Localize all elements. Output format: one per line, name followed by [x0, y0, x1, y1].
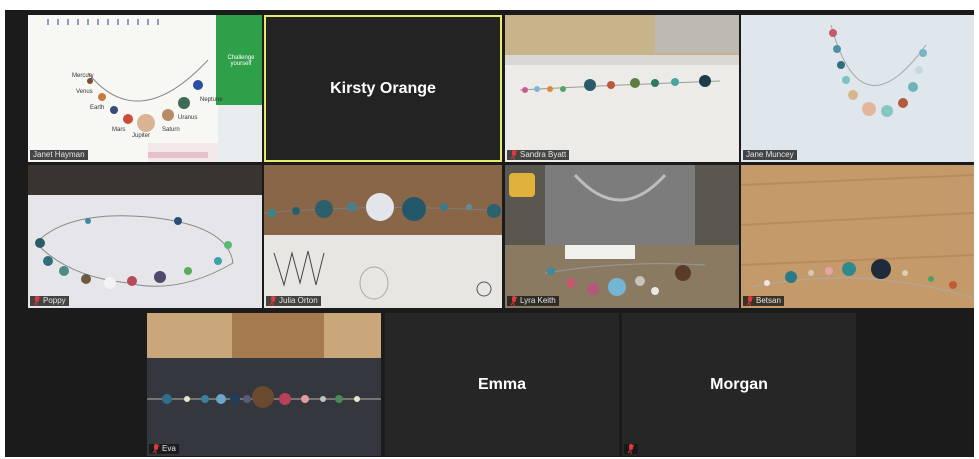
participant-name: Poppy [43, 296, 66, 305]
mic-muted-icon [33, 296, 41, 306]
participant-name: Jane Muncey [746, 150, 794, 159]
participant-name-label: Janet Hayman [30, 150, 88, 160]
video-feed [264, 165, 502, 308]
video-tile[interactable]: Julia Orton [264, 165, 502, 308]
participant-name-label: Poppy [30, 296, 69, 306]
participant-name-label: Jane Muncey [743, 150, 797, 160]
participant-name-display: Emma [477, 375, 527, 393]
video-feed [505, 165, 739, 308]
video-feed [741, 165, 974, 308]
video-feed [28, 15, 262, 162]
video-feed [505, 15, 739, 162]
planet-label: Uranus [178, 115, 198, 121]
tablet-text: Challenge yourself [227, 55, 255, 67]
mic-muted-icon [152, 444, 160, 454]
participant-name: Lyra Keith [520, 296, 556, 305]
participant-name: Janet Hayman [33, 150, 85, 159]
video-tile[interactable]: Lyra Keith [505, 165, 739, 308]
participant-name-label: Julia Orton [266, 296, 321, 306]
planet-label: Mercury [72, 73, 94, 79]
participant-name: Sandra Byatt [520, 150, 567, 159]
video-tile[interactable]: Betsan [741, 165, 974, 308]
gallery-view: Mercury Venus Earth Mars Jupiter Saturn … [5, 10, 974, 457]
planet-label: Saturn [162, 127, 180, 133]
participant-name-display: Kirsty Orange [330, 79, 436, 97]
participant-name-label: Sandra Byatt [507, 150, 570, 160]
video-feed [28, 165, 262, 308]
planet-label: Neptune [200, 97, 223, 103]
video-tile-active-speaker[interactable]: Kirsty Orange [264, 15, 502, 162]
video-tile[interactable]: Mercury Venus Earth Mars Jupiter Saturn … [28, 15, 262, 162]
video-tile[interactable]: Eva [147, 313, 381, 456]
participant-name-display: Morgan [710, 375, 768, 393]
mic-muted-icon [627, 444, 635, 454]
mic-muted-icon [269, 296, 277, 306]
video-tile[interactable]: Poppy [28, 165, 262, 308]
video-tile[interactable]: Morgan [622, 313, 856, 456]
video-feed [147, 313, 381, 456]
planet-label: Mars [112, 127, 126, 133]
video-tile[interactable]: Emma [385, 313, 619, 456]
participant-name: Eva [162, 444, 176, 453]
participant-name: Betsan [756, 296, 781, 305]
video-tile[interactable]: Jane Muncey [741, 15, 974, 162]
participant-name-label [624, 444, 638, 454]
planet-label: Jupiter [132, 133, 151, 139]
participant-name-label: Betsan [743, 296, 784, 306]
participant-name-label: Lyra Keith [507, 296, 559, 306]
participant-name: Julia Orton [279, 296, 318, 305]
video-feed [741, 15, 974, 162]
planet-label: Earth [90, 105, 105, 111]
mic-muted-icon [510, 296, 518, 306]
planet-label: Venus [76, 89, 93, 95]
participant-name-label: Eva [149, 444, 179, 454]
video-tile[interactable]: Sandra Byatt [505, 15, 739, 162]
mic-muted-icon [746, 296, 754, 306]
mic-muted-icon [510, 150, 518, 160]
